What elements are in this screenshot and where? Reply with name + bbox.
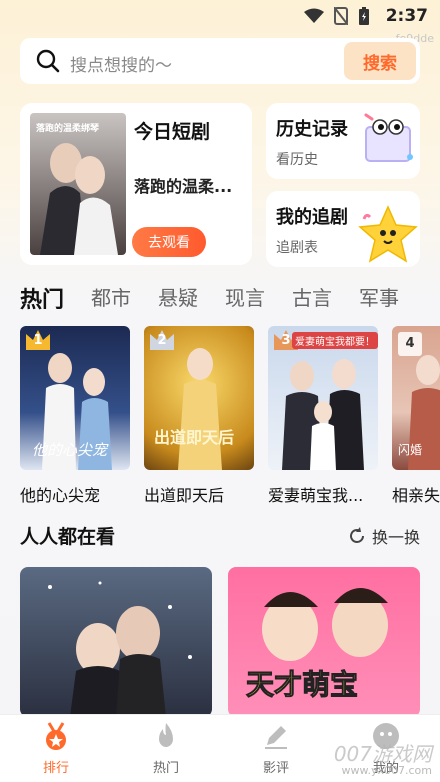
feed-card[interactable]: 天才萌宝 <box>228 567 420 717</box>
tab-city[interactable]: 都市 <box>91 282 131 312</box>
hot-cover[interactable]: 1 他的心尖宠 <box>20 326 130 470</box>
wifi-icon <box>304 8 324 23</box>
star-mascot-icon <box>358 205 418 263</box>
refresh-icon <box>350 527 364 543</box>
nav-ranking[interactable]: 排行 <box>26 721 86 776</box>
hot-cover-text: 爱妻萌宝我都要！ <box>292 332 378 349</box>
hot-cover[interactable]: 2 出道即天后 <box>144 326 254 470</box>
search-placeholder[interactable]: 搜点想搜的～ <box>70 51 172 76</box>
battery-icon <box>359 7 369 25</box>
hot-item[interactable]: 4 闪婚 相亲失 <box>392 326 440 506</box>
refresh-button[interactable]: 换一换 <box>348 524 420 548</box>
feed-cover-text: 天才萌宝 <box>245 668 359 702</box>
nav-label: 热门 <box>152 761 179 776</box>
status-icons <box>304 7 370 25</box>
category-tabs: 热门 都市 悬疑 现言 古言 军事 <box>20 282 426 313</box>
follow-card[interactable]: 我的追剧 追剧表 <box>266 191 420 267</box>
feed-card[interactable] <box>20 567 212 717</box>
hot-cover[interactable]: 3 爱妻萌宝我都要！ <box>268 326 378 470</box>
tab-ancient-romance[interactable]: 古言 <box>292 282 332 312</box>
flame-icon <box>159 723 173 747</box>
status-bar: 2:37 <box>0 0 440 32</box>
hot-cover-text: 出道即天后 <box>154 428 235 447</box>
nav-review[interactable]: 影评 <box>246 721 306 776</box>
pen-icon <box>265 726 287 749</box>
rank-badge: 2 <box>157 333 167 348</box>
status-time: 2:37 <box>385 6 428 26</box>
refresh-label[interactable]: 换一换 <box>372 524 420 548</box>
hot-item[interactable]: 2 出道即天后 出道即天后 <box>144 326 254 506</box>
today-title: 今日短剧 <box>134 121 211 143</box>
medal-icon <box>46 722 66 750</box>
history-sub: 看历史 <box>276 152 318 168</box>
hot-item-name[interactable]: 爱妻萌宝我... <box>268 482 378 506</box>
watch-button[interactable]: 去观看 <box>132 227 206 257</box>
tab-modern-romance[interactable]: 现言 <box>225 282 265 312</box>
hot-cover-text: 他的心尖宠 <box>32 441 108 459</box>
hot-item-name[interactable]: 出道即天后 <box>144 482 254 506</box>
history-mascot-icon <box>364 113 413 162</box>
tab-military[interactable]: 军事 <box>359 282 399 312</box>
search-button[interactable]: 搜索 <box>344 42 416 80</box>
today-drama-name[interactable]: 落跑的温柔... <box>134 173 232 197</box>
today-drama-card[interactable]: 落跑的温柔绑琴 今日短剧 落跑的温柔... 去观看 <box>20 103 252 265</box>
history-title: 历史记录 <box>276 119 348 140</box>
watermark-url: www.yx007.com <box>341 764 432 777</box>
search-bar[interactable]: 搜点想搜的～ 搜索 <box>20 38 420 84</box>
nav-label: 排行 <box>42 761 69 776</box>
tab-suspense[interactable]: 悬疑 <box>158 282 198 312</box>
nav-hot[interactable]: 热门 <box>136 721 196 776</box>
search-icon <box>36 49 60 73</box>
today-poster[interactable]: 落跑的温柔绑琴 <box>30 113 126 255</box>
rank-badge: 4 <box>405 336 415 351</box>
hot-item[interactable]: 1 他的心尖宠 他的心尖宠 <box>20 326 130 506</box>
hot-item-name[interactable]: 相亲失 <box>392 482 440 506</box>
hot-cover[interactable]: 4 闪婚 <box>392 326 440 470</box>
poster-title-text: 落跑的温柔绑琴 <box>36 124 100 134</box>
history-card[interactable]: 历史记录 看历史 <box>266 103 420 179</box>
no-sim-icon <box>334 7 348 25</box>
hot-item[interactable]: 3 爱妻萌宝我都要！ 爱妻萌宝我... <box>268 326 378 506</box>
nav-label: 影评 <box>262 761 289 776</box>
follow-title: 我的追剧 <box>276 207 348 228</box>
hot-cover-text: 闪婚 <box>398 443 423 457</box>
follow-sub: 追剧表 <box>276 240 318 256</box>
rank-badge: 1 <box>33 333 43 348</box>
watermark-bottom: 007游戏网 <box>333 742 432 766</box>
hot-drama-list: 1 他的心尖宠 他的心尖宠 2 出道即天后 出道即天后 3 爱妻萌宝我都要！ 爱… <box>20 326 440 506</box>
tab-hot[interactable]: 热门 <box>20 282 64 313</box>
hot-item-name[interactable]: 他的心尖宠 <box>20 482 130 506</box>
section-title: 人人都在看 <box>20 526 116 548</box>
